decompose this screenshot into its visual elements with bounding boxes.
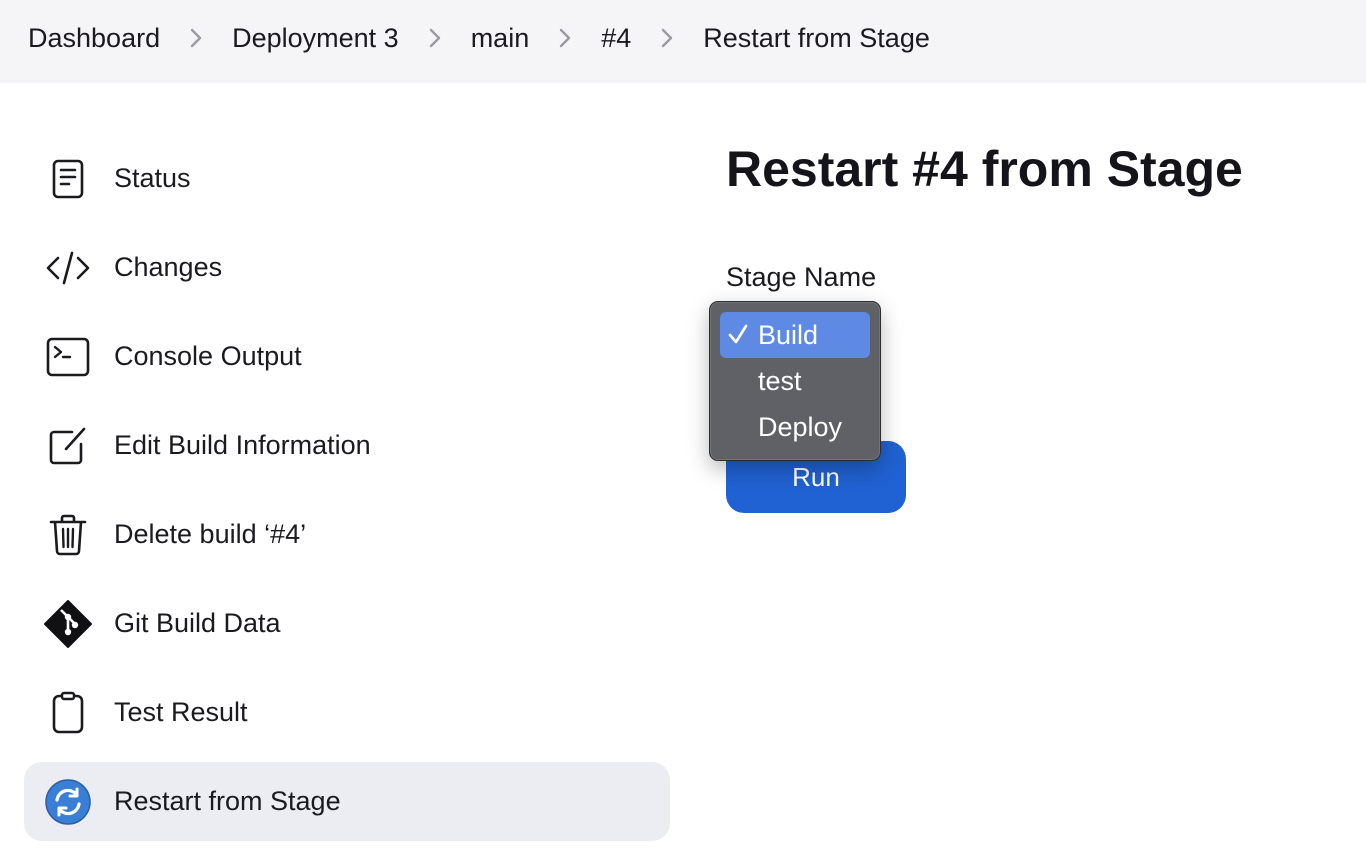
code-icon bbox=[44, 244, 92, 292]
breadcrumb-deployment-3[interactable]: Deployment 3 bbox=[232, 23, 399, 54]
sidebar-item-git-build-data[interactable]: Git Build Data bbox=[24, 579, 670, 668]
stage-name-dropdown-menu[interactable]: Build test Deploy bbox=[709, 301, 881, 461]
document-icon bbox=[44, 155, 92, 203]
trash-icon bbox=[44, 511, 92, 559]
dropdown-option-test[interactable]: test bbox=[720, 358, 870, 404]
dropdown-option-deploy[interactable]: Deploy bbox=[720, 404, 870, 450]
sidebar-item-label: Restart from Stage bbox=[114, 786, 341, 816]
sidebar-item-label: Edit Build Information bbox=[114, 430, 371, 460]
sidebar-item-delete-build[interactable]: Delete build ‘#4’ bbox=[24, 490, 670, 579]
breadcrumb: Dashboard Deployment 3 main #4 Restart f… bbox=[28, 0, 930, 76]
breadcrumb-bar: Dashboard Deployment 3 main #4 Restart f… bbox=[0, 0, 1366, 83]
sidebar: Status Changes Console Output Edit Build… bbox=[24, 134, 670, 841]
sidebar-item-label: Status bbox=[114, 163, 191, 193]
dropdown-option-label: test bbox=[758, 365, 802, 396]
git-icon bbox=[44, 599, 92, 648]
dropdown-option-build[interactable]: Build bbox=[720, 312, 870, 358]
chevron-right-icon bbox=[529, 27, 601, 49]
restart-icon bbox=[44, 778, 92, 826]
chevron-right-icon bbox=[399, 27, 471, 49]
dropdown-option-label: Deploy bbox=[758, 411, 843, 442]
edit-icon bbox=[44, 422, 92, 470]
page-title: Restart #4 from Stage bbox=[726, 141, 1243, 197]
terminal-icon bbox=[44, 333, 92, 381]
breadcrumb-restart-from-stage[interactable]: Restart from Stage bbox=[703, 23, 930, 54]
stage-name-label: Stage Name bbox=[726, 262, 877, 292]
sidebar-item-edit-build-information[interactable]: Edit Build Information bbox=[24, 401, 670, 490]
chevron-right-icon bbox=[631, 27, 703, 49]
breadcrumb-dashboard[interactable]: Dashboard bbox=[28, 23, 160, 54]
breadcrumb-main[interactable]: main bbox=[471, 23, 530, 54]
sidebar-item-label: Git Build Data bbox=[114, 608, 281, 638]
checkmark-icon bbox=[728, 324, 748, 344]
sidebar-item-restart-from-stage[interactable]: Restart from Stage bbox=[24, 762, 670, 841]
clipboard-icon bbox=[44, 689, 92, 737]
dropdown-option-label: Build bbox=[758, 319, 819, 350]
sidebar-item-label: Delete build ‘#4’ bbox=[114, 519, 307, 549]
chevron-right-icon bbox=[160, 27, 232, 49]
sidebar-item-label: Test Result bbox=[114, 697, 248, 727]
sidebar-item-label: Console Output bbox=[114, 341, 302, 371]
sidebar-item-changes[interactable]: Changes bbox=[24, 223, 670, 312]
sidebar-item-label: Changes bbox=[114, 252, 223, 282]
breadcrumb-build-4[interactable]: #4 bbox=[601, 23, 631, 54]
sidebar-item-test-result[interactable]: Test Result bbox=[24, 668, 670, 757]
sidebar-item-console-output[interactable]: Console Output bbox=[24, 312, 670, 401]
sidebar-item-status[interactable]: Status bbox=[24, 134, 670, 223]
